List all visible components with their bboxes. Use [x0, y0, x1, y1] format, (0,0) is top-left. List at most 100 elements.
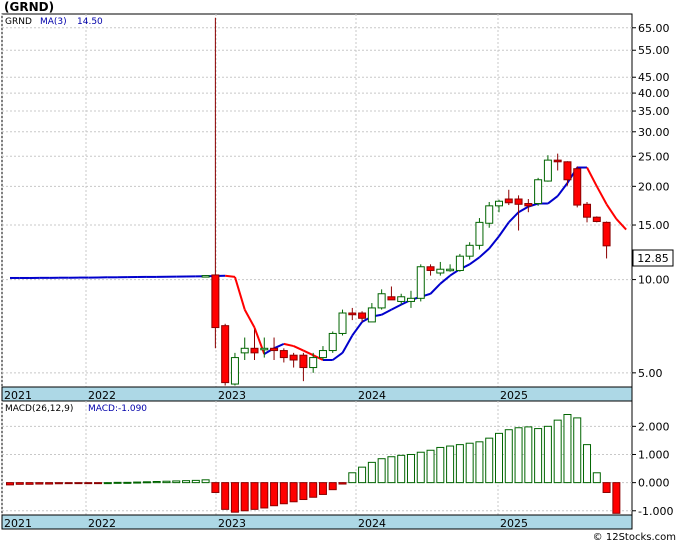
candle-body — [201, 275, 210, 278]
macd-bar — [426, 449, 435, 484]
price-x-tick-label: 2024 — [358, 389, 386, 402]
price-tick-label: 10.00 — [638, 274, 670, 287]
candle-body — [221, 325, 230, 384]
macd-bar — [397, 454, 406, 484]
candle-body — [534, 179, 543, 205]
macd-bar — [113, 481, 122, 484]
macd-bar — [553, 419, 562, 484]
candle-body — [211, 274, 220, 329]
copyright-text: © 12Stocks.com — [592, 532, 676, 543]
macd-bar — [74, 482, 83, 485]
price-tick-label: 40.00 — [638, 87, 670, 100]
candle-body — [475, 221, 484, 246]
macd-x-tick-label: 2023 — [218, 517, 246, 530]
macd-bar — [367, 461, 376, 484]
macd-y-axis: 2.000 1.000 0.000 -1.000 — [632, 420, 673, 518]
macd-bar — [534, 428, 543, 484]
candle-body — [455, 255, 464, 271]
legend-macd-value: MACD:-1.090 — [88, 404, 147, 414]
price-tick-label: 35.00 — [638, 105, 670, 118]
last-price-label: 12.85 — [637, 252, 669, 265]
candle-body — [446, 268, 455, 272]
macd-bar — [387, 456, 396, 484]
macd-bar — [230, 482, 239, 513]
macd-bar — [504, 429, 513, 484]
macd-bar — [416, 451, 425, 484]
candle-body — [338, 312, 347, 334]
price-tick-label: 55.00 — [638, 44, 670, 57]
legend-ma-value: 14.50 — [77, 17, 103, 27]
macd-bar — [583, 444, 592, 484]
candle-body — [250, 347, 259, 354]
candle-body — [592, 216, 601, 222]
macd-bar — [94, 482, 103, 485]
price-x-tick-label: 2022 — [88, 389, 116, 402]
price-x-tick-label: 2021 — [4, 389, 32, 402]
macd-bar — [25, 482, 34, 485]
candle-body — [426, 266, 435, 271]
macd-bar — [592, 472, 601, 484]
candle-body — [553, 159, 562, 163]
macd-bar — [64, 482, 73, 485]
macd-bar — [250, 482, 259, 510]
macd-tick-label: -1.000 — [638, 505, 673, 518]
macd-bar — [211, 482, 220, 493]
price-x-tick-label: 2025 — [500, 389, 528, 402]
candle-body — [524, 203, 533, 207]
candle-body — [406, 297, 415, 302]
macd-bar — [279, 482, 288, 505]
macd-bar — [485, 437, 494, 484]
macd-bar — [563, 414, 572, 484]
candle-body — [328, 332, 337, 352]
candle-body — [602, 221, 611, 247]
macd-bar — [240, 482, 249, 512]
candle-body — [543, 159, 552, 182]
macd-bar — [142, 481, 151, 484]
price-x-tick-label: 2023 — [218, 389, 246, 402]
macd-bar — [377, 458, 386, 484]
macd-x-tick-label: 2024 — [358, 517, 386, 530]
macd-tick-label: 1.000 — [638, 448, 670, 461]
macd-bar — [201, 479, 210, 484]
macd-bar — [543, 425, 552, 484]
macd-tick-label: 2.000 — [638, 420, 670, 433]
macd-bar — [338, 482, 347, 485]
price-tick-label: 45.00 — [638, 71, 670, 84]
macd-bar — [84, 482, 93, 485]
stock-chart: 5.00 10.00 15.00 20.00 25.00 30.00 35.00 40.00 4… — [1, 13, 674, 530]
macd-bar — [54, 482, 63, 485]
macd-bar — [162, 480, 171, 484]
macd-bar — [465, 442, 474, 484]
candle-body — [230, 357, 239, 385]
price-tick-label: 15.00 — [638, 219, 670, 232]
candle-body — [289, 354, 298, 361]
price-tick-label: 5.00 — [638, 367, 663, 380]
price-tick-label: 25.00 — [638, 150, 670, 163]
macd-bar — [455, 444, 464, 484]
macd-bar — [573, 417, 582, 484]
candle-body — [377, 293, 386, 309]
macd-bar — [475, 441, 484, 484]
macd-bar — [495, 432, 503, 484]
macd-bar — [191, 479, 200, 484]
macd-bar — [348, 472, 357, 484]
candle-body — [260, 347, 269, 351]
candle-body — [436, 268, 445, 274]
macd-bar — [270, 482, 279, 507]
macd-bar — [152, 481, 161, 484]
candle-body — [485, 205, 494, 224]
price-tick-label: 30.00 — [638, 126, 670, 139]
macd-bar — [133, 481, 142, 484]
macd-bar — [6, 482, 14, 486]
macd-panel: 2.000 1.000 0.000 -1.000 2021 2022 2023 2024 20… — [1, 400, 673, 530]
candle-body — [583, 203, 592, 218]
candle-body — [358, 312, 367, 319]
candle-body — [563, 161, 572, 181]
candle-body — [387, 296, 396, 301]
macd-bar — [524, 426, 533, 484]
legend-symbol: GRND — [5, 17, 32, 27]
macd-bar — [436, 446, 445, 484]
candle-body — [495, 200, 503, 207]
macd-bar — [602, 482, 611, 493]
macd-bar — [328, 482, 337, 491]
